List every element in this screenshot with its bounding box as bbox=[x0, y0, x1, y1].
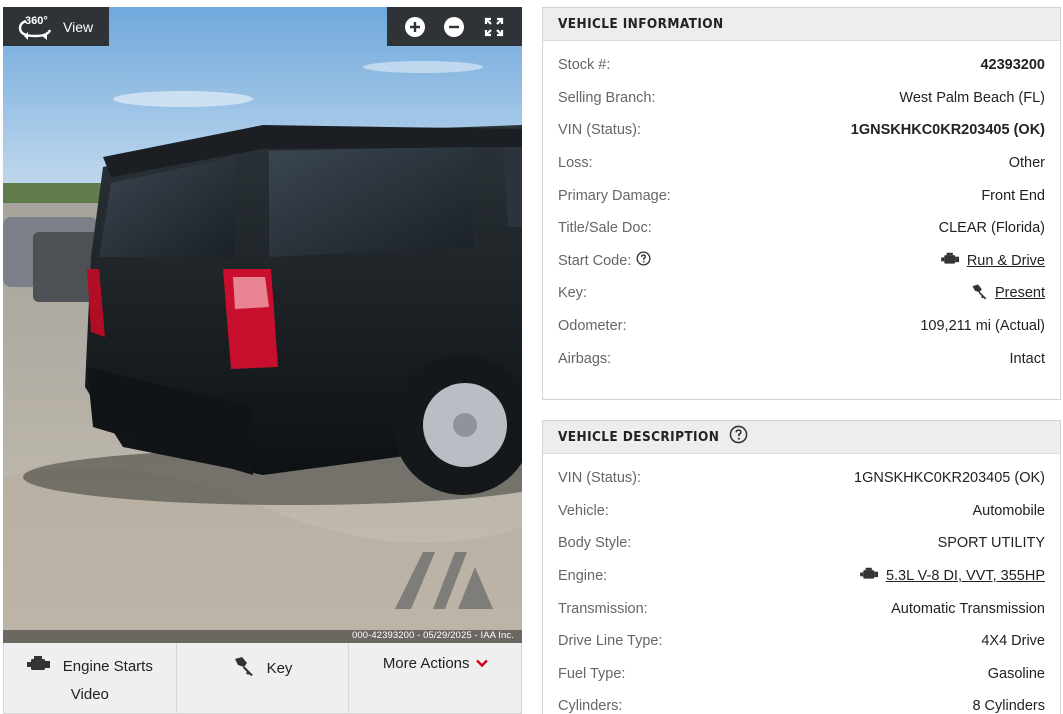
key-icon bbox=[233, 655, 255, 681]
key-button[interactable]: Key bbox=[177, 643, 350, 713]
more-actions-button[interactable]: More Actions bbox=[349, 643, 521, 713]
desc-row-cylinders: Cylinders: 8 Cylinders bbox=[558, 690, 1045, 714]
info-value: West Palm Beach (FL) bbox=[899, 89, 1045, 106]
info-label: Key: bbox=[558, 285, 588, 302]
info-label: Selling Branch: bbox=[558, 89, 656, 106]
photo-action-bar: Engine Starts Video Key More Actions bbox=[3, 643, 522, 714]
info-row-airbags: Airbags: Intact bbox=[558, 342, 1045, 375]
chevron-down-icon bbox=[475, 655, 488, 672]
desc-value: Automobile bbox=[972, 502, 1045, 519]
key-label: Key bbox=[266, 659, 293, 677]
info-value: Intact bbox=[1009, 350, 1045, 367]
help-icon[interactable] bbox=[729, 425, 748, 449]
desc-label: Drive Line Type: bbox=[558, 633, 663, 650]
desc-row-vehicle: Vehicle: Automobile bbox=[558, 495, 1045, 528]
desc-label: Transmission: bbox=[558, 600, 648, 617]
engine-icon bbox=[940, 252, 960, 270]
info-value: 42393200 bbox=[980, 57, 1045, 74]
vehicle-photo-viewer[interactable]: 000-42393200 - 05/29/2025 - IAA Inc. 360… bbox=[3, 7, 522, 643]
info-row-key: Key: Present bbox=[558, 277, 1045, 310]
info-row-selling-branch: Selling Branch: West Palm Beach (FL) bbox=[558, 82, 1045, 115]
vehicle-description-title: VEHICLE DESCRIPTION bbox=[558, 429, 720, 445]
info-label: Primary Damage: bbox=[558, 187, 671, 204]
info-label: VIN (Status): bbox=[558, 122, 641, 139]
desc-row-body-style: Body Style: SPORT UTILITY bbox=[558, 527, 1045, 560]
engine-spec-link[interactable]: 5.3L V-8 DI, VVT, 355HP bbox=[886, 568, 1045, 584]
zoom-controls bbox=[387, 7, 522, 46]
info-value: CLEAR (Florida) bbox=[938, 220, 1045, 237]
desc-value: 8 Cylinders bbox=[972, 698, 1045, 714]
desc-row-engine: Engine: 5.3L V-8 DI, VVT, 355HP bbox=[558, 560, 1045, 593]
info-row-odometer: Odometer: 109,211 mi (Actual) bbox=[558, 310, 1045, 343]
desc-label: Engine: bbox=[558, 568, 608, 585]
view-360-button[interactable]: 360° View bbox=[3, 7, 109, 46]
engine-starts-label: Engine Starts bbox=[62, 657, 153, 675]
info-row-title-sale-doc: Title/Sale Doc: CLEAR (Florida) bbox=[558, 212, 1045, 245]
key-present-link[interactable]: Present bbox=[995, 285, 1045, 301]
rotate-360-icon: 360° bbox=[16, 12, 54, 42]
vehicle-information-header: VEHICLE INFORMATION bbox=[543, 8, 1060, 41]
vehicle-information-title: VEHICLE INFORMATION bbox=[558, 16, 724, 32]
more-actions-label: More Actions bbox=[382, 655, 470, 672]
run-and-drive-link[interactable]: Run & Drive bbox=[967, 253, 1045, 269]
desc-row-fuel-type: Fuel Type: Gasoline bbox=[558, 658, 1045, 691]
info-value: Front End bbox=[981, 187, 1045, 204]
fullscreen-icon[interactable] bbox=[481, 14, 507, 40]
info-value: 109,211 mi (Actual) bbox=[920, 318, 1045, 335]
desc-label: VIN (Status): bbox=[558, 470, 641, 487]
desc-row-drive-line: Drive Line Type: 4X4 Drive bbox=[558, 625, 1045, 658]
desc-row-transmission: Transmission: Automatic Transmission bbox=[558, 592, 1045, 625]
vehicle-information-panel: VEHICLE INFORMATION Stock #: 42393200 Se… bbox=[542, 7, 1061, 400]
info-label: Odometer: bbox=[558, 318, 627, 335]
zoom-out-icon[interactable] bbox=[441, 14, 467, 40]
info-label: Stock #: bbox=[558, 57, 611, 74]
vehicle-description-panel: VEHICLE DESCRIPTION VIN (Status): 1GNSKH… bbox=[542, 420, 1061, 714]
info-value: Other bbox=[1008, 155, 1045, 172]
key-icon bbox=[971, 283, 988, 304]
info-label: Start Code: bbox=[558, 252, 632, 269]
engine-icon bbox=[26, 655, 51, 677]
desc-value: Gasoline bbox=[987, 665, 1045, 682]
desc-label: Cylinders: bbox=[558, 698, 623, 714]
desc-value: SPORT UTILITY bbox=[937, 535, 1045, 552]
desc-row-vin: VIN (Status): 1GNSKHKC0KR203405 (OK) bbox=[558, 462, 1045, 495]
engine-icon bbox=[860, 567, 879, 585]
photo-stamp: 000-42393200 - 05/29/2025 - IAA Inc. bbox=[351, 630, 514, 641]
info-label: Title/Sale Doc: bbox=[558, 220, 652, 237]
info-label: Loss: bbox=[558, 155, 593, 172]
info-row-stock: Stock #: 42393200 bbox=[558, 49, 1045, 82]
info-value: 1GNSKHKC0KR203405 (OK) bbox=[850, 122, 1045, 139]
engine-starts-sub-label: Video bbox=[70, 686, 109, 703]
info-row-start-code: Start Code: Run & Drive bbox=[558, 245, 1045, 278]
info-row-vin: VIN (Status): 1GNSKHKC0KR203405 (OK) bbox=[558, 114, 1045, 147]
vehicle-description-header: VEHICLE DESCRIPTION bbox=[543, 421, 1060, 454]
desc-value: Automatic Transmission bbox=[891, 600, 1045, 617]
desc-value: 4X4 Drive bbox=[981, 633, 1045, 650]
desc-value: 1GNSKHKC0KR203405 (OK) bbox=[854, 470, 1045, 487]
view-360-label: View bbox=[63, 18, 94, 35]
desc-label: Vehicle: bbox=[558, 502, 609, 519]
zoom-in-icon[interactable] bbox=[402, 14, 428, 40]
help-icon[interactable] bbox=[636, 251, 651, 270]
vehicle-photo bbox=[3, 7, 522, 643]
info-label: Airbags: bbox=[558, 350, 612, 367]
view-360-badge: 360° bbox=[25, 15, 48, 27]
engine-starts-video-button[interactable]: Engine Starts Video bbox=[4, 643, 177, 713]
info-row-primary-damage: Primary Damage: Front End bbox=[558, 179, 1045, 212]
info-row-loss: Loss: Other bbox=[558, 147, 1045, 180]
desc-label: Body Style: bbox=[558, 535, 632, 552]
desc-label: Fuel Type: bbox=[558, 665, 626, 682]
